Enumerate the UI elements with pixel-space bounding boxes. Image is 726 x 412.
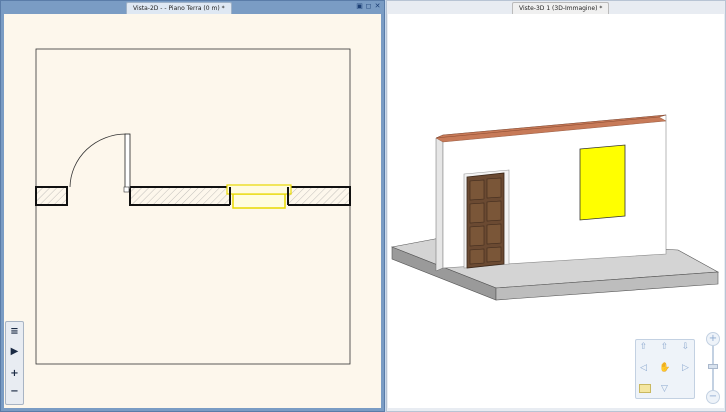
layers-list-icon[interactable]: ≡ [7,324,22,339]
door-leaf [124,133,131,190]
model-3d-canvas[interactable]: ⇧ ⇧ ⇩ ◁ ✋ ▷ ▽ + − [388,14,724,408]
zoom-in-button[interactable]: + [706,332,720,346]
floor-plan-canvas[interactable]: ≡ ▶ + − [4,14,381,408]
view-3d-titlebar: Viste-3D 1 (3D-Immagine) * [387,1,725,14]
pan-left-icon[interactable]: ◁ [638,363,649,374]
view-2d-pane: Vista-2D - - Piano Terra (0 m) * ▣ ◻ ✕ ≡… [0,0,385,412]
hand-pan-icon[interactable]: ✋ [659,363,670,374]
wall-left-segment [35,186,68,206]
plan-toolbar: ≡ ▶ + − [5,321,24,405]
door-swing-arc [69,133,127,188]
view-3d-pane: Viste-3D 1 (3D-Immagine) * ⇧ ⇧ ⇩ ◁ ✋ ▷ ▽… [386,0,726,412]
tilt-down-icon[interactable]: ⇩ [680,342,691,353]
window-3d [579,144,626,221]
tilt-up-icon[interactable]: ⇧ [638,342,649,353]
zoom-out-button[interactable]: − [7,384,22,399]
zoom-slider[interactable]: + − [706,328,720,410]
pin-icon[interactable]: ▣ [356,2,363,10]
floor-plan-drawing [35,48,351,365]
window-symbol [232,193,286,209]
window-sill [226,184,292,195]
play-icon[interactable]: ▶ [7,344,22,359]
view-2d-titlebar: Vista-2D - - Piano Terra (0 m) * ▣ ◻ ✕ [1,1,384,14]
zoom-track [712,346,714,396]
pan-down-icon[interactable]: ▽ [659,384,670,395]
pan-right-icon[interactable]: ▷ [680,363,691,374]
restore-icon[interactable]: ◻ [365,2,372,10]
close-icon[interactable]: ✕ [374,2,381,10]
navigation-widget: ⇧ ⇧ ⇩ ◁ ✋ ▷ ▽ [635,339,695,399]
view-2d-window-controls: ▣ ◻ ✕ [356,2,381,12]
zoom-thumb[interactable] [708,364,718,369]
wall-side [435,134,444,272]
room-outline [35,48,351,365]
pan-up-icon[interactable]: ⇧ [659,342,670,353]
tab-view-3d[interactable]: Viste-3D 1 (3D-Immagine) * [512,2,610,14]
view-cube-icon[interactable] [639,384,651,393]
zoom-in-button[interactable]: + [7,366,22,381]
zoom-out-button[interactable]: − [706,390,720,404]
tab-view-2d[interactable]: Vista-2D - - Piano Terra (0 m) * [126,2,232,14]
